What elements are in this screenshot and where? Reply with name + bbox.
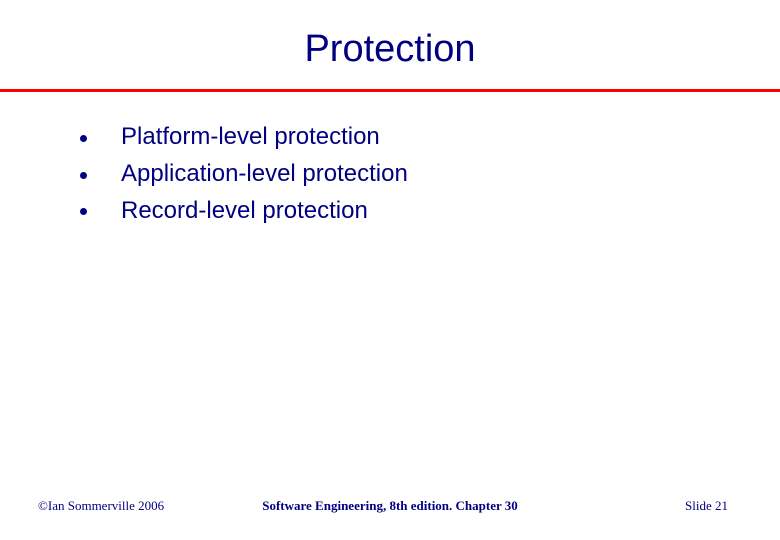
slide-content: Platform-level protection Application-le… (0, 92, 780, 228)
list-item: Platform-level protection (80, 120, 720, 155)
footer-center: Software Engineering, 8th edition. Chapt… (262, 498, 518, 514)
slide: Protection Platform-level protection App… (0, 0, 780, 540)
footer-copyright: ©Ian Sommerville 2006 (38, 498, 164, 514)
bullet-list: Platform-level protection Application-le… (80, 120, 720, 228)
bullet-text: Record-level protection (121, 194, 368, 229)
bullet-text: Platform-level protection (121, 120, 380, 155)
bullet-icon (80, 172, 87, 179)
slide-footer: ©Ian Sommerville 2006 Software Engineeri… (0, 498, 780, 514)
slide-title: Protection (0, 0, 780, 89)
bullet-icon (80, 208, 87, 215)
bullet-text: Application-level protection (121, 157, 408, 192)
footer-slide-number: Slide 21 (685, 498, 728, 514)
list-item: Record-level protection (80, 194, 720, 229)
bullet-icon (80, 135, 87, 142)
list-item: Application-level protection (80, 157, 720, 192)
